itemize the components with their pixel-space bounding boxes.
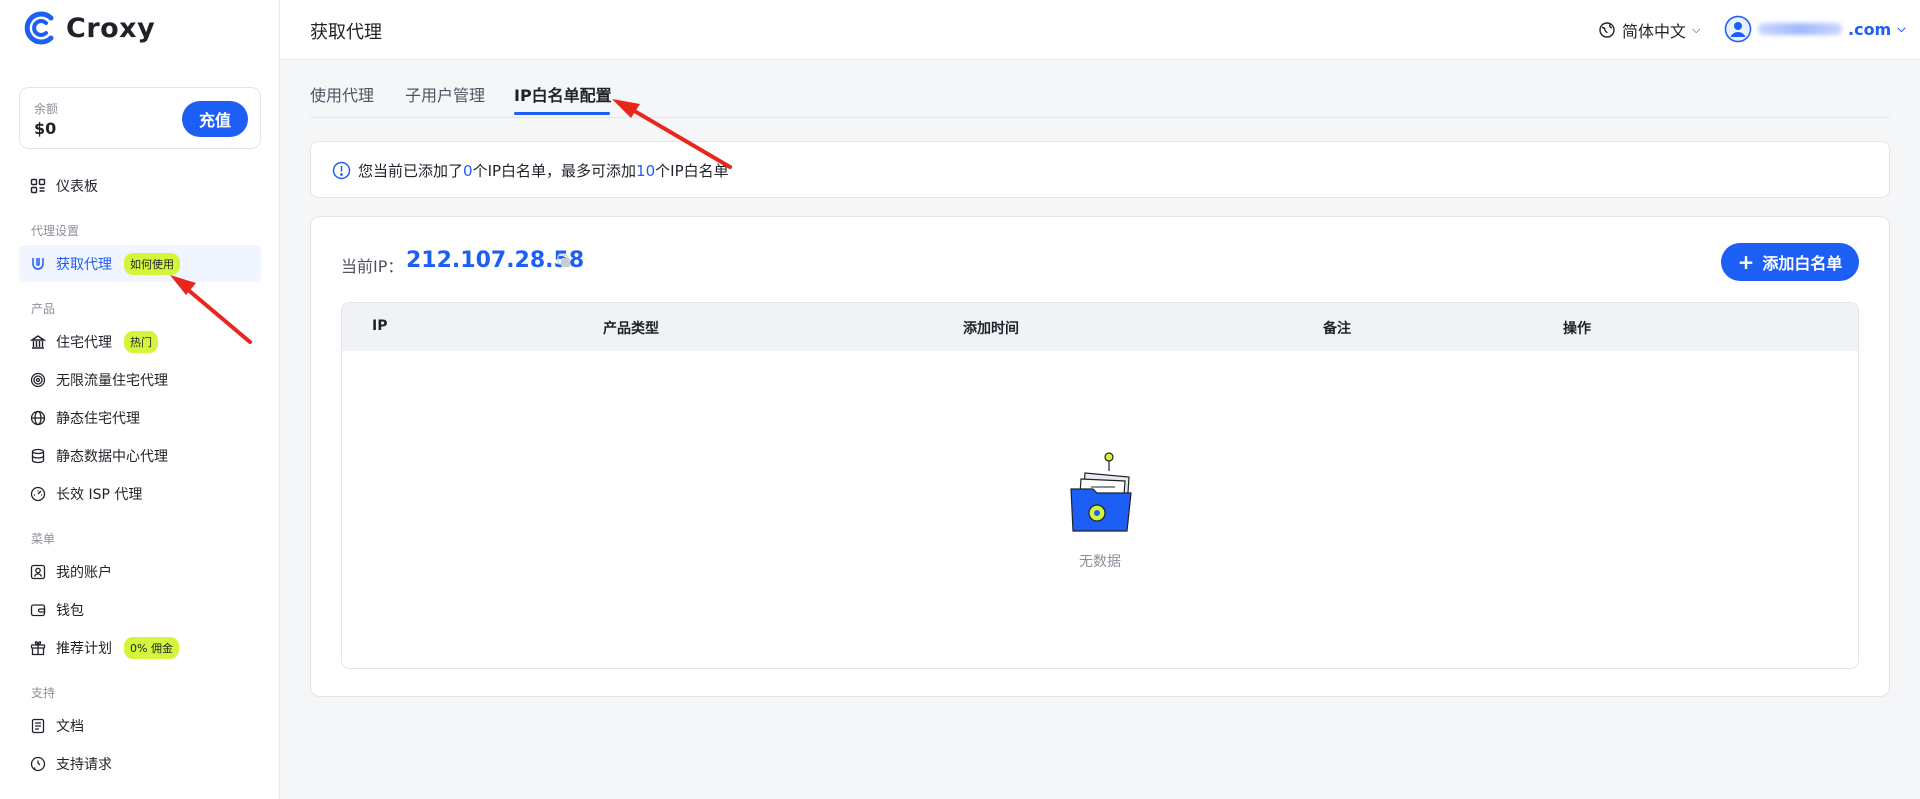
language-label: 简体中文 xyxy=(1622,22,1687,41)
column-header-product-type: 产品类型 xyxy=(603,321,659,337)
topup-button[interactable]: 充值 xyxy=(182,101,248,137)
sidebar-item-label: 支持请求 xyxy=(56,756,112,773)
target-icon xyxy=(30,372,46,388)
dashboard-icon xyxy=(30,178,46,194)
whitelist-count: 0 xyxy=(463,162,473,180)
globe-icon xyxy=(30,410,46,426)
croxy-logo-icon xyxy=(24,11,54,45)
sidebar-item-label: 静态数据中心代理 xyxy=(56,448,168,465)
sidebar: Croxy 余额 $0 充值 仪表板 代理设置 获取代理 如何使用 产品 住宅代… xyxy=(0,0,280,799)
sidebar-item-label: 获取代理 xyxy=(56,256,112,273)
balance-card: 余额 $0 充值 xyxy=(19,87,261,149)
empty-folder-icon xyxy=(1070,452,1132,532)
empty-state: 无数据 xyxy=(342,351,1858,668)
database-icon xyxy=(30,448,46,464)
document-icon xyxy=(30,718,46,734)
sidebar-item-static-datacenter[interactable]: 静态数据中心代理 xyxy=(19,437,261,474)
user-card-icon xyxy=(30,564,46,580)
whitelist-table: IP 产品类型 添加时间 备注 操作 无数据 xyxy=(341,302,1859,669)
user-menu[interactable]: .com ⌵ xyxy=(1724,15,1906,43)
balance-value: $0 xyxy=(34,119,57,138)
language-icon xyxy=(1599,22,1615,38)
tab-ip-whitelist[interactable]: IP白名单配置 xyxy=(514,82,612,106)
sidebar-item-dashboard[interactable]: 仪表板 xyxy=(19,167,261,204)
support-icon xyxy=(30,756,46,772)
sidebar-item-unlimited[interactable]: 无限流量住宅代理 xyxy=(19,361,261,398)
whitelist-panel: 当前IP： 212.107.28.58 + 添加白名单 IP 产品类型 添加时间… xyxy=(310,216,1890,697)
balance-label: 余额 xyxy=(34,102,59,116)
dashboard-gauge-icon xyxy=(30,486,46,502)
sidebar-item-wallet[interactable]: 钱包 xyxy=(19,591,261,628)
current-ip-label: 当前IP： xyxy=(341,257,404,276)
sidebar-item-label: 静态住宅代理 xyxy=(56,410,140,427)
sidebar-item-label: 无限流量住宅代理 xyxy=(56,372,168,389)
sidebar-item-label: 仪表板 xyxy=(56,178,98,195)
column-header-remark: 备注 xyxy=(1323,321,1351,337)
page-title: 获取代理 xyxy=(310,22,382,43)
column-header-actions: 操作 xyxy=(1563,321,1591,337)
sidebar-item-account[interactable]: 我的账户 xyxy=(19,553,261,590)
sidebar-item-get-proxy[interactable]: 获取代理 如何使用 xyxy=(19,245,261,282)
section-label-menu: 菜单 xyxy=(31,532,56,546)
column-header-ip: IP xyxy=(372,318,388,334)
section-label-support: 支持 xyxy=(31,686,56,700)
sidebar-item-label: 推荐计划 xyxy=(56,640,112,657)
notice-part2: 个IP白名单，最多可添加 xyxy=(472,162,637,180)
whitelist-max: 10 xyxy=(636,162,656,180)
magnet-icon xyxy=(30,256,46,272)
section-label-proxy: 代理设置 xyxy=(31,224,80,238)
sidebar-item-label: 文档 xyxy=(56,718,84,735)
chevron-down-icon: ⌵ xyxy=(1897,22,1906,35)
column-header-added-time: 添加时间 xyxy=(963,321,1019,337)
sidebar-item-referral[interactable]: 推荐计划 0% 佣金 xyxy=(19,629,261,666)
sidebar-item-label: 长效 ISP 代理 xyxy=(56,486,143,503)
brand-name: Croxy xyxy=(66,12,156,44)
add-whitelist-button[interactable]: + 添加白名单 xyxy=(1721,243,1859,281)
top-header: 获取代理 简体中文 ⌵ .com ⌵ xyxy=(280,0,1920,60)
section-label-products: 产品 xyxy=(31,302,56,316)
avatar xyxy=(1724,15,1752,43)
commission-badge: 0% 佣金 xyxy=(124,636,179,659)
brand-logo[interactable]: Croxy xyxy=(24,10,155,46)
bank-icon xyxy=(30,334,46,350)
sidebar-item-label: 住宅代理 xyxy=(56,334,112,351)
info-icon xyxy=(332,161,351,180)
user-email-redacted xyxy=(1758,23,1842,35)
sidebar-item-long-isp[interactable]: 长效 ISP 代理 xyxy=(19,475,261,512)
notice-part1: 您当前已添加了 xyxy=(358,162,464,180)
plus-icon: + xyxy=(1737,250,1755,274)
notice-text: 您当前已添加了0个IP白名单，最多可添加10个IP白名单 xyxy=(358,160,729,181)
sidebar-item-docs[interactable]: 文档 xyxy=(19,707,261,744)
tab-use-proxy[interactable]: 使用代理 xyxy=(310,82,374,106)
empty-text: 无数据 xyxy=(1079,554,1121,570)
sidebar-item-static-residential[interactable]: 静态住宅代理 xyxy=(19,399,261,436)
sidebar-item-support-request[interactable]: 支持请求 xyxy=(19,745,261,782)
add-whitelist-label: 添加白名单 xyxy=(1762,254,1843,273)
whitelist-notice: 您当前已添加了0个IP白名单，最多可添加10个IP白名单 xyxy=(310,141,1890,198)
sidebar-item-label: 钱包 xyxy=(56,602,84,619)
user-email-suffix: .com xyxy=(1848,19,1892,39)
user-avatar-icon xyxy=(1724,15,1752,43)
hot-badge: 热门 xyxy=(124,330,158,353)
how-to-use-badge[interactable]: 如何使用 xyxy=(124,252,180,275)
sidebar-item-residential[interactable]: 住宅代理 热门 xyxy=(19,323,261,360)
tab-bar: 使用代理 子用户管理 IP白名单配置 xyxy=(310,72,1890,118)
copy-icon[interactable] xyxy=(557,254,571,268)
active-tab-indicator xyxy=(514,112,610,115)
table-header: IP 产品类型 添加时间 备注 操作 xyxy=(342,303,1858,351)
language-selector[interactable]: 简体中文 ⌵ xyxy=(1598,18,1700,42)
gift-icon xyxy=(30,640,46,656)
wallet-icon xyxy=(30,602,46,618)
chevron-down-icon: ⌵ xyxy=(1692,23,1701,36)
sidebar-item-label: 我的账户 xyxy=(56,564,112,581)
notice-part3: 个IP白名单 xyxy=(655,162,729,180)
tab-subuser-management[interactable]: 子用户管理 xyxy=(405,82,485,106)
